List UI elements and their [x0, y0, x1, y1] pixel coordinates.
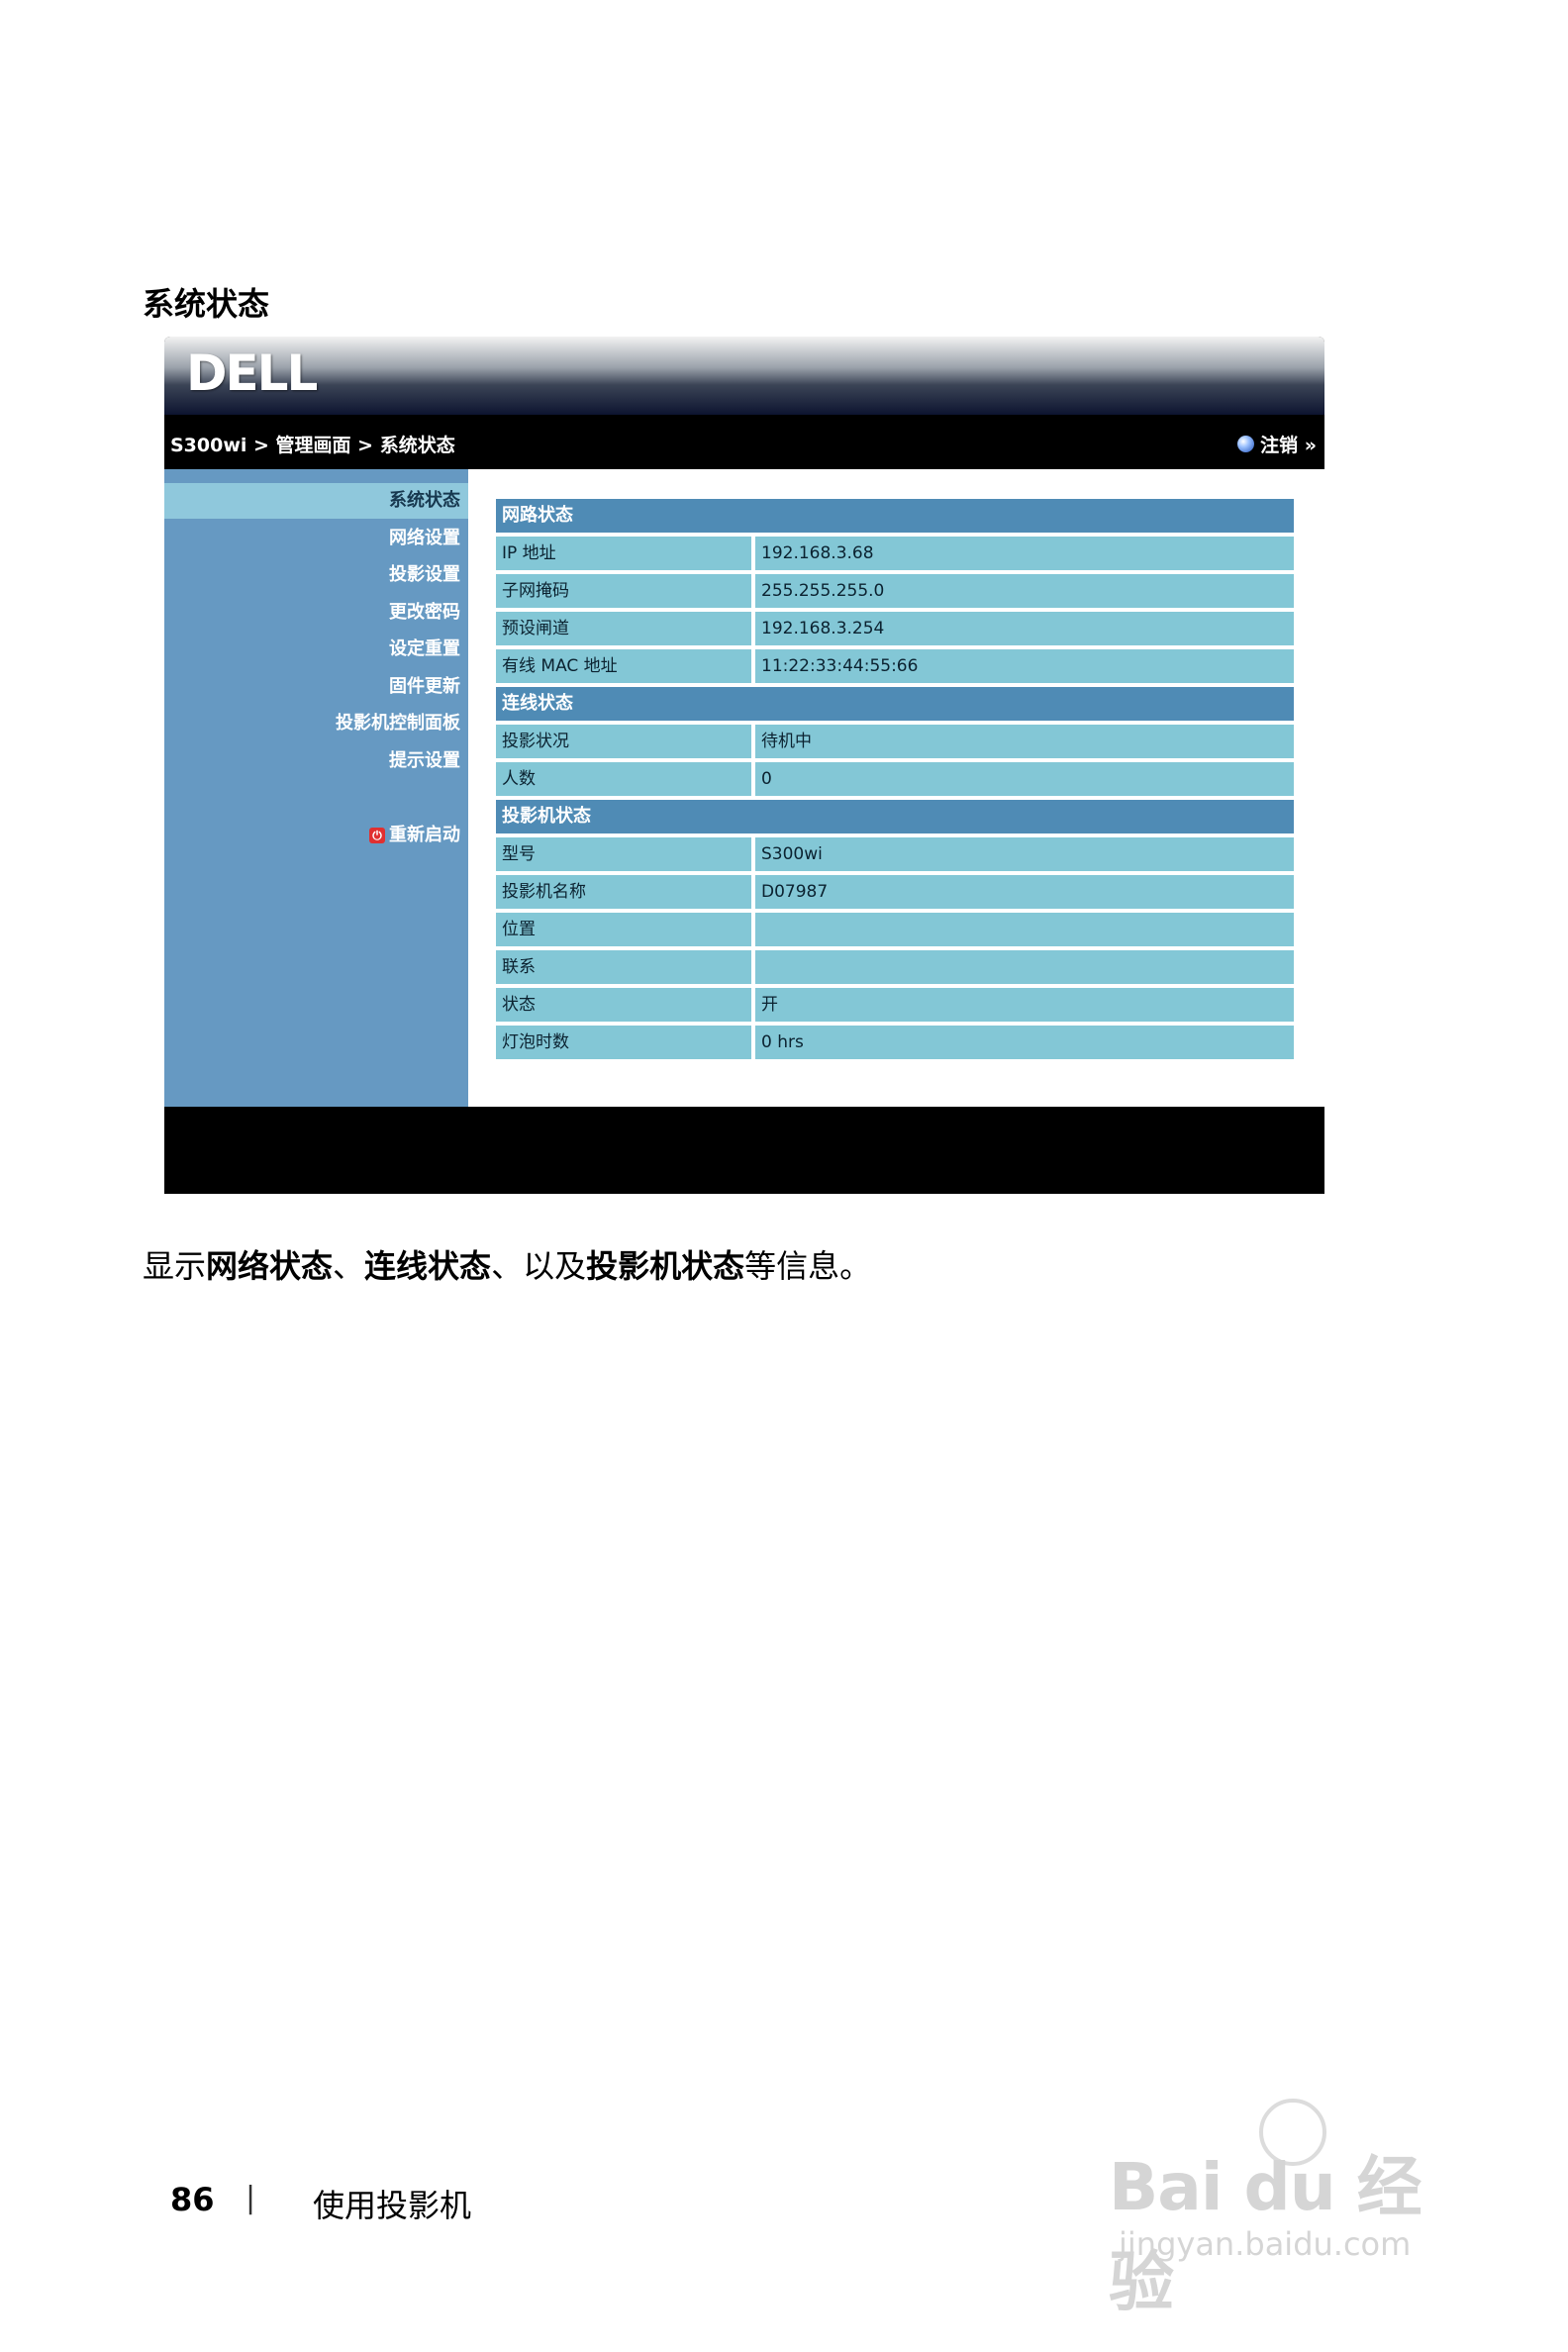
row-value	[755, 950, 1294, 984]
row-value	[755, 913, 1294, 946]
logout-link[interactable]: 注销 »	[1237, 431, 1317, 457]
row-value: 开	[755, 988, 1294, 1022]
sidebar-item[interactable]: 网络设置	[164, 521, 468, 556]
table-row: 投影机名称 D07987	[496, 875, 1294, 909]
reboot-button[interactable]: ⏻ 重新启动	[164, 818, 468, 853]
row-label: 人数	[496, 762, 751, 796]
description-segment: 等信息。	[744, 1247, 872, 1285]
breadcrumb-bar: S300wi > 管理画面 > 系统状态 注销 »	[164, 428, 1324, 457]
footer-bar	[164, 1107, 1324, 1194]
table-row: 联系	[496, 950, 1294, 984]
page-number: 86	[170, 2181, 215, 2218]
row-value: 0 hrs	[755, 1026, 1294, 1059]
main-content: 系统状态 网络设置 投影设置 更改密码 设定重置 固件更新 投影机控制面板 提示设置 ⏻ 重新启动…	[164, 469, 1324, 1107]
section-header: 网路状态	[496, 499, 1294, 533]
power-icon: ⏻	[369, 827, 385, 843]
sidebar-item[interactable]: 固件更新	[164, 669, 468, 705]
sidebar-item[interactable]: 系统状态	[164, 483, 468, 519]
dell-logo: DELL	[186, 344, 318, 402]
row-value: 11:22:33:44:55:66	[755, 649, 1294, 683]
section-title: 系统状态	[143, 285, 270, 323]
sidebar: 系统状态 网络设置 投影设置 更改密码 设定重置 固件更新 投影机控制面板 提示设置 ⏻ 重新启动	[164, 469, 468, 1107]
table-row: 投影状况 待机中	[496, 725, 1294, 758]
row-label: 预设闸道	[496, 612, 751, 645]
row-label: 投影状况	[496, 725, 751, 758]
row-label: 灯泡时数	[496, 1026, 751, 1059]
description-segment: 、以及	[491, 1247, 587, 1285]
description-segment: 、	[333, 1247, 365, 1285]
row-label: 联系	[496, 950, 751, 984]
row-value: 255.255.255.0	[755, 574, 1294, 608]
table-row: 型号 S300wi	[496, 837, 1294, 871]
sidebar-item[interactable]: 投影设置	[164, 557, 468, 593]
table-row: 预设闸道 192.168.3.254	[496, 612, 1294, 645]
section-header: 连线状态	[496, 687, 1294, 721]
description-segment: 投影机状态	[586, 1247, 745, 1285]
table-row: 状态开	[496, 988, 1294, 1022]
chapter-title: 使用投影机	[313, 2187, 472, 2224]
row-value: S300wi	[755, 837, 1294, 871]
table-row: IP 地址 192.168.3.68	[496, 537, 1294, 570]
web-ui-screenshot: DELL S300wi > 管理画面 > 系统状态 注销 » 系统状态 网络设置投…	[164, 337, 1324, 1194]
reboot-label: 重新启动	[389, 824, 460, 845]
description-segment: 网络状态	[206, 1247, 334, 1285]
description-text: 显示网络状态、连线状态、以及投影机状态等信息。	[143, 1241, 871, 1287]
row-value: 待机中	[755, 725, 1294, 758]
sidebar-item[interactable]: 投影机控制面板	[164, 706, 468, 741]
row-value: 192.168.3.254	[755, 612, 1294, 645]
section-header: 投影机状态	[496, 800, 1294, 833]
footer-separator: |	[245, 2181, 256, 2215]
row-label: 有线 MAC 地址	[496, 649, 751, 683]
sidebar-item[interactable]: 设定重置	[164, 632, 468, 667]
logout-label: 注销 »	[1260, 435, 1317, 456]
table-row: 有线 MAC 地址 11:22:33:44:55:66	[496, 649, 1294, 683]
row-label: 投影机名称	[496, 875, 751, 909]
sidebar-item[interactable]: 更改密码	[164, 595, 468, 631]
table-row: 灯泡时数 0 hrs	[496, 1026, 1294, 1059]
row-label: IP 地址	[496, 537, 751, 570]
row-label: 状态	[496, 988, 751, 1022]
row-value: 0	[755, 762, 1294, 796]
header-banner: DELL	[164, 337, 1324, 415]
breadcrumb: S300wi > 管理画面 > 系统状态	[170, 435, 455, 456]
row-value: 192.168.3.68	[755, 537, 1294, 570]
sidebar-item[interactable]: 提示设置	[164, 743, 468, 779]
globe-icon	[1237, 436, 1255, 452]
description-segment: 连线状态	[364, 1247, 492, 1285]
watermark-url: jingyan.baidu.com	[1119, 2225, 1412, 2263]
table-row: 人数 0	[496, 762, 1294, 796]
table-row: 子网掩码 255.255.255.0	[496, 574, 1294, 608]
row-label: 型号	[496, 837, 751, 871]
table-row: 位置	[496, 913, 1294, 946]
description-segment: 显示	[143, 1247, 207, 1285]
baidu-watermark: Bai du 经验 jingyan.baidu.com	[1109, 2099, 1485, 2320]
row-label: 子网掩码	[496, 574, 751, 608]
row-label: 位置	[496, 913, 751, 946]
row-value: D07987	[755, 875, 1294, 909]
